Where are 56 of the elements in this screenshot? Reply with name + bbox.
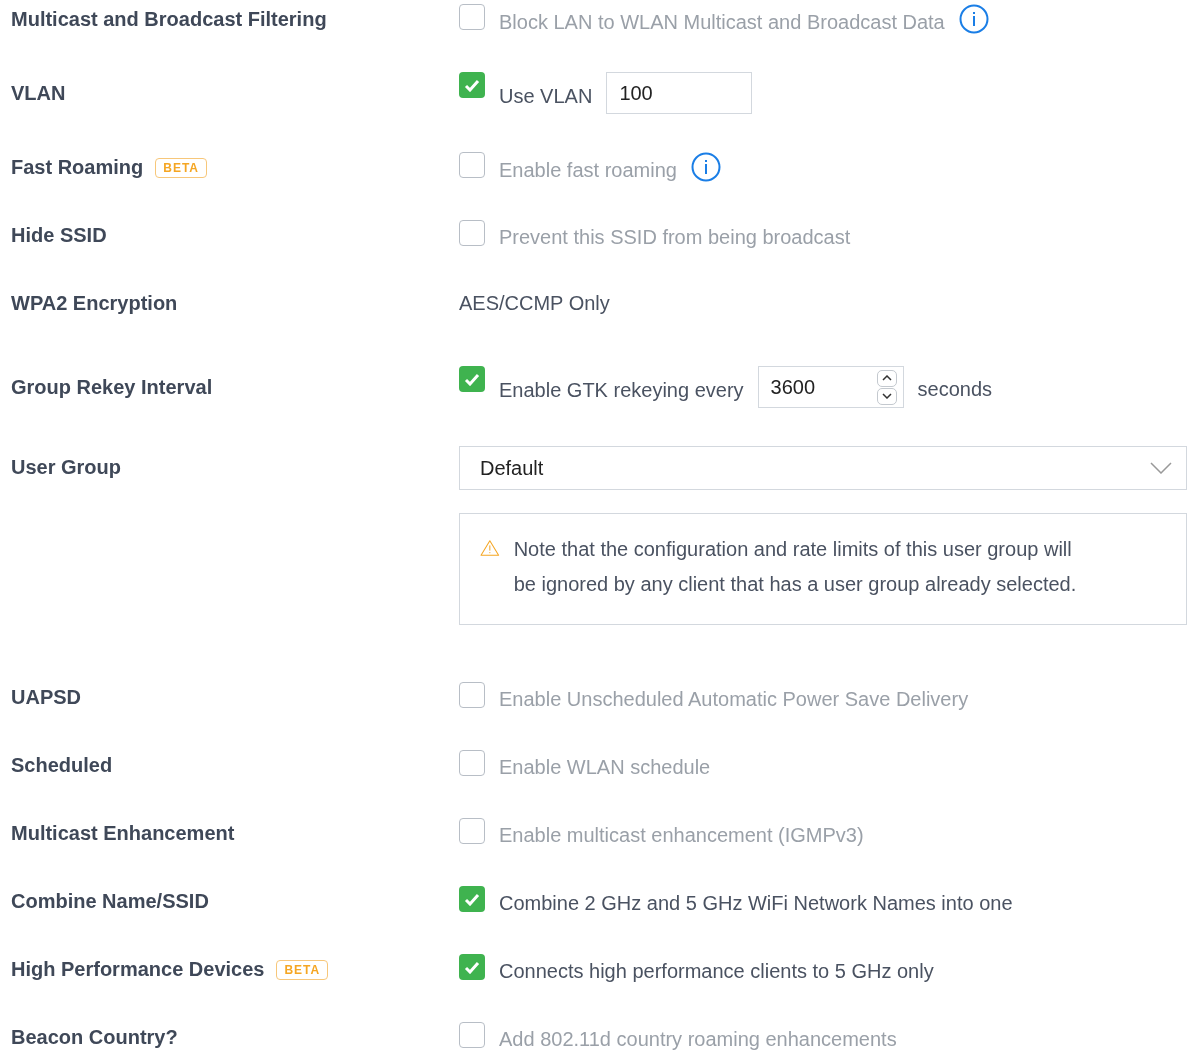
- checkbox-label: Prevent this SSID from being broadcast: [499, 225, 851, 249]
- checkbox[interactable]: [459, 72, 485, 98]
- note-text: Note that the configuration and rate limits of this user group will be ignored by any client that has a user group already selected.: [513, 537, 1078, 597]
- setting-label: Fast Roaming: [11, 156, 144, 179]
- checkbox[interactable]: [459, 4, 485, 30]
- setting-label: User Group: [11, 456, 122, 479]
- setting-value: AES/CCMP Only: [459, 291, 611, 315]
- setting-label: High Performance Devices: [11, 958, 265, 981]
- setting-label: Multicast and Broadcast Filtering: [11, 8, 327, 31]
- checkbox[interactable]: [459, 682, 485, 708]
- checkbox-label: Block LAN to WLAN Multicast and Broadcast Data: [499, 9, 945, 34]
- checkbox[interactable]: [459, 750, 485, 776]
- checkbox[interactable]: [459, 366, 485, 392]
- setting-label: Beacon Country?: [11, 1026, 178, 1049]
- chevron-down-icon: [1150, 462, 1172, 474]
- beta-badge: BETA: [276, 959, 329, 980]
- setting-label: Scheduled: [11, 754, 113, 777]
- up-chevron-icon: [881, 375, 892, 381]
- setting-label: UAPSD: [11, 686, 81, 709]
- number-field[interactable]: 3600: [757, 366, 904, 408]
- checkbox[interactable]: [459, 818, 485, 844]
- checkbox[interactable]: [459, 886, 485, 912]
- checkbox[interactable]: [459, 152, 485, 178]
- user-group-select[interactable]: Default: [459, 446, 1187, 490]
- check-icon: [464, 372, 480, 386]
- number-input[interactable]: 100: [619, 81, 710, 105]
- setting-label: Combine Name/SSID: [11, 890, 209, 913]
- down-chevron-icon: [881, 393, 892, 399]
- increment-button[interactable]: [876, 369, 897, 387]
- info-icon[interactable]: [958, 4, 989, 34]
- checkbox-label: Enable multicast enhancement (IGMPv3): [499, 823, 864, 847]
- checkbox-label: Enable WLAN schedule: [499, 755, 711, 779]
- setting-label: WPA2 Encryption: [11, 292, 178, 315]
- setting-label: Group Rekey Interval: [11, 376, 213, 399]
- checkbox-label: Use VLAN: [499, 83, 593, 108]
- check-icon: [464, 78, 480, 92]
- setting-label: VLAN: [11, 82, 66, 105]
- decrement-button[interactable]: [876, 387, 897, 405]
- checkbox[interactable]: [459, 954, 485, 980]
- checkbox-label: Enable Unscheduled Automatic Power Save Delivery: [499, 687, 969, 711]
- checkbox-label: Enable fast roaming: [499, 157, 677, 182]
- beta-badge: BETA: [155, 157, 208, 178]
- checkbox-label: Combine 2 GHz and 5 GHz WiFi Network Names into one: [499, 891, 1013, 915]
- unit-label: seconds: [917, 376, 993, 401]
- info-icon[interactable]: [690, 152, 721, 182]
- number-field[interactable]: 100: [606, 72, 753, 114]
- number-input[interactable]: 3600: [770, 375, 861, 399]
- checkbox[interactable]: [459, 220, 485, 246]
- check-icon: [464, 892, 480, 906]
- checkbox-label: Connects high performance clients to 5 GHz only: [499, 959, 934, 983]
- setting-label: Hide SSID: [11, 224, 107, 247]
- setting-label: Multicast Enhancement: [11, 822, 235, 845]
- check-icon: [464, 960, 480, 974]
- checkbox-label: Add 802.11d country roaming enhancements: [499, 1027, 897, 1051]
- checkbox[interactable]: [459, 1022, 485, 1048]
- checkbox-label: Enable GTK rekeying every: [499, 377, 744, 402]
